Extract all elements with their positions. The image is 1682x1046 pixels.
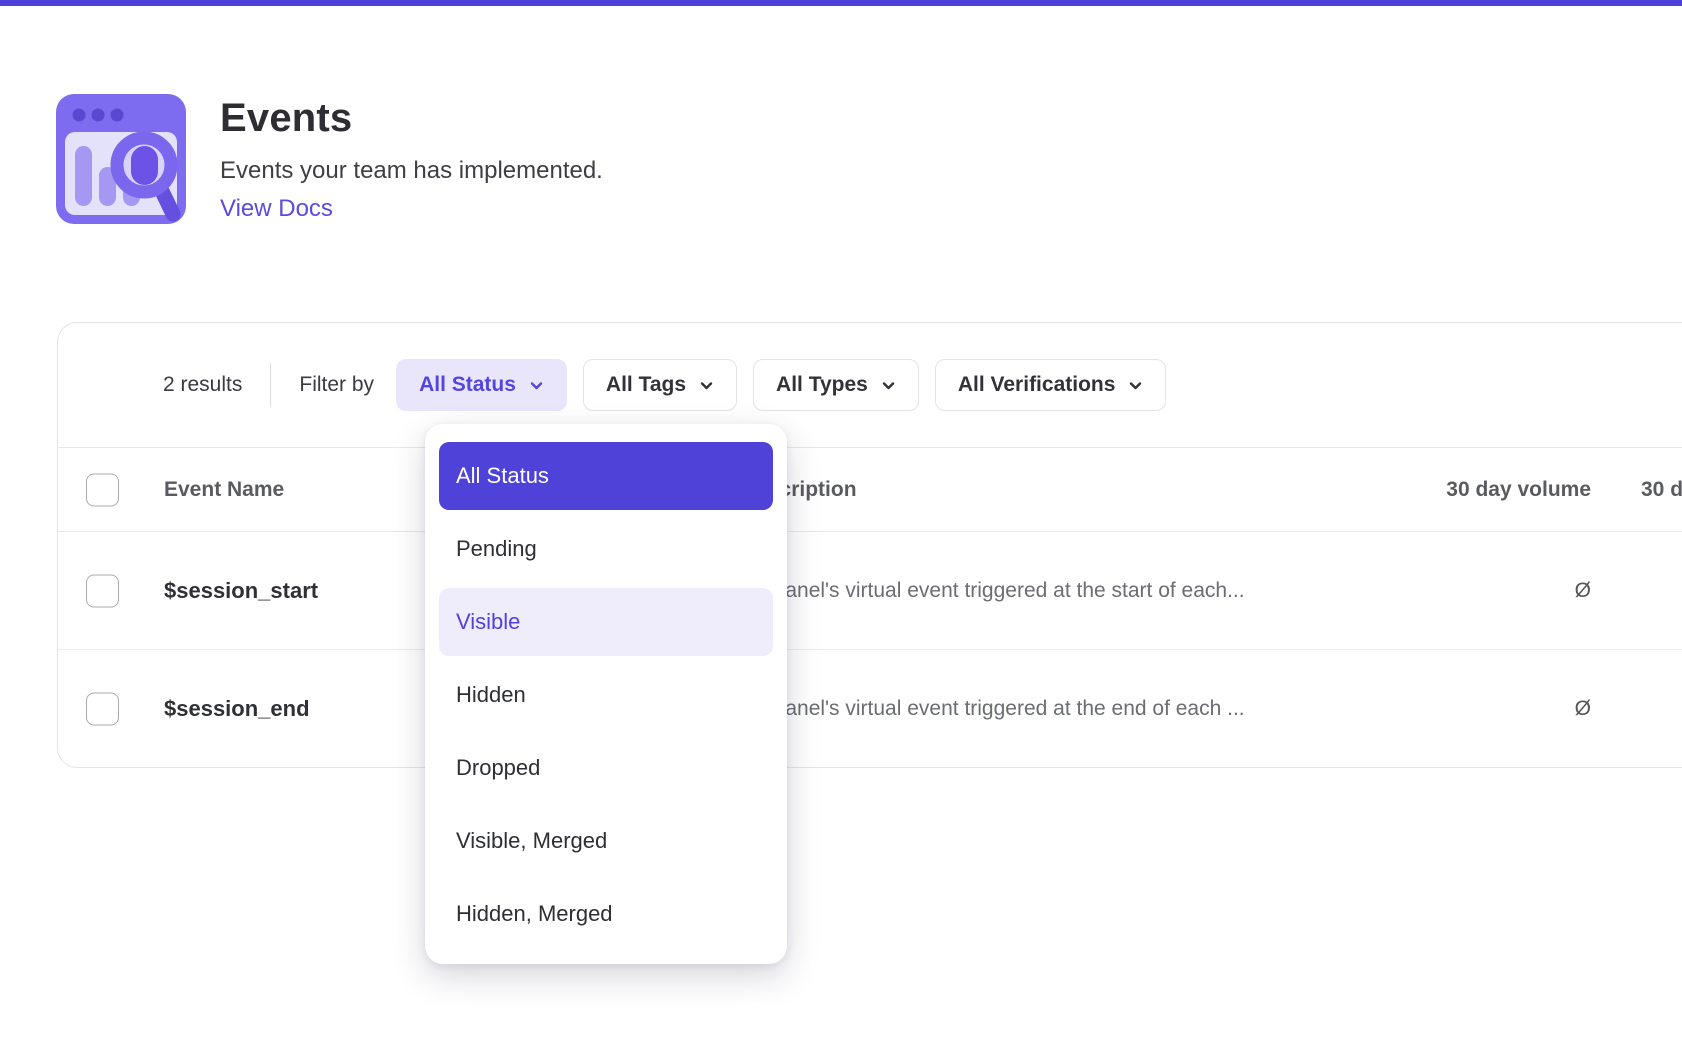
event-name: $session_end xyxy=(164,696,310,722)
status-option-dropped[interactable]: Dropped xyxy=(439,734,773,802)
status-option-all-status[interactable]: All Status xyxy=(439,442,773,510)
event-name: $session_start xyxy=(164,578,318,604)
view-docs-link[interactable]: View Docs xyxy=(220,195,333,223)
events-lexicon-icon xyxy=(56,94,186,224)
chevron-down-icon xyxy=(529,378,544,393)
table-row[interactable]: $session_start Mixpanel's virtual event … xyxy=(58,532,1682,650)
table-row[interactable]: $session_end Mixpanel's virtual event tr… xyxy=(58,650,1682,768)
column-header-event-name: Event Name xyxy=(164,478,284,502)
divider xyxy=(270,363,271,407)
column-header-clipped: 30 d xyxy=(1641,478,1682,502)
status-option-pending[interactable]: Pending xyxy=(439,515,773,583)
filter-tags-button[interactable]: All Tags xyxy=(583,359,737,411)
status-option-visible[interactable]: Visible xyxy=(439,588,773,656)
status-option-visible-merged[interactable]: Visible, Merged xyxy=(439,807,773,875)
status-option-hidden[interactable]: Hidden xyxy=(439,661,773,729)
filter-tags-label: All Tags xyxy=(606,373,686,397)
chevron-down-icon xyxy=(881,378,896,393)
filter-types-label: All Types xyxy=(776,373,868,397)
row-checkbox[interactable] xyxy=(86,693,119,726)
column-header-30-day-volume: 30 day volume xyxy=(1298,478,1591,502)
filter-verifications-label: All Verifications xyxy=(958,373,1116,397)
row-checkbox[interactable] xyxy=(86,574,119,607)
page-header: Events Events your team has implemented.… xyxy=(56,94,603,224)
filter-verifications-button[interactable]: All Verifications xyxy=(935,359,1167,411)
chevron-down-icon xyxy=(1128,378,1143,393)
filter-by-label: Filter by xyxy=(299,373,374,397)
filter-types-button[interactable]: All Types xyxy=(753,359,919,411)
event-description: Mixpanel's virtual event triggered at th… xyxy=(741,579,1245,603)
table-header-row: Event Name Description 30 day volume 30 … xyxy=(58,447,1682,532)
select-all-checkbox[interactable] xyxy=(86,473,119,506)
filter-bar: 2 results Filter by All Status All Tags … xyxy=(58,323,1682,447)
status-option-hidden-merged[interactable]: Hidden, Merged xyxy=(439,880,773,948)
event-30-day-volume: Ø xyxy=(1298,579,1591,603)
top-accent-bar xyxy=(0,0,1682,6)
chevron-down-icon xyxy=(699,378,714,393)
event-description: Mixpanel's virtual event triggered at th… xyxy=(741,697,1245,721)
event-30-day-volume: Ø xyxy=(1298,697,1591,721)
filter-status-label: All Status xyxy=(419,373,516,397)
results-count: 2 results xyxy=(163,373,242,397)
page-subtitle: Events your team has implemented. xyxy=(220,157,603,185)
status-dropdown-menu: All Status Pending Visible Hidden Droppe… xyxy=(425,424,787,964)
filter-status-button[interactable]: All Status xyxy=(396,359,567,411)
events-table-card: 2 results Filter by All Status All Tags … xyxy=(57,322,1682,768)
page-title: Events xyxy=(220,96,603,141)
